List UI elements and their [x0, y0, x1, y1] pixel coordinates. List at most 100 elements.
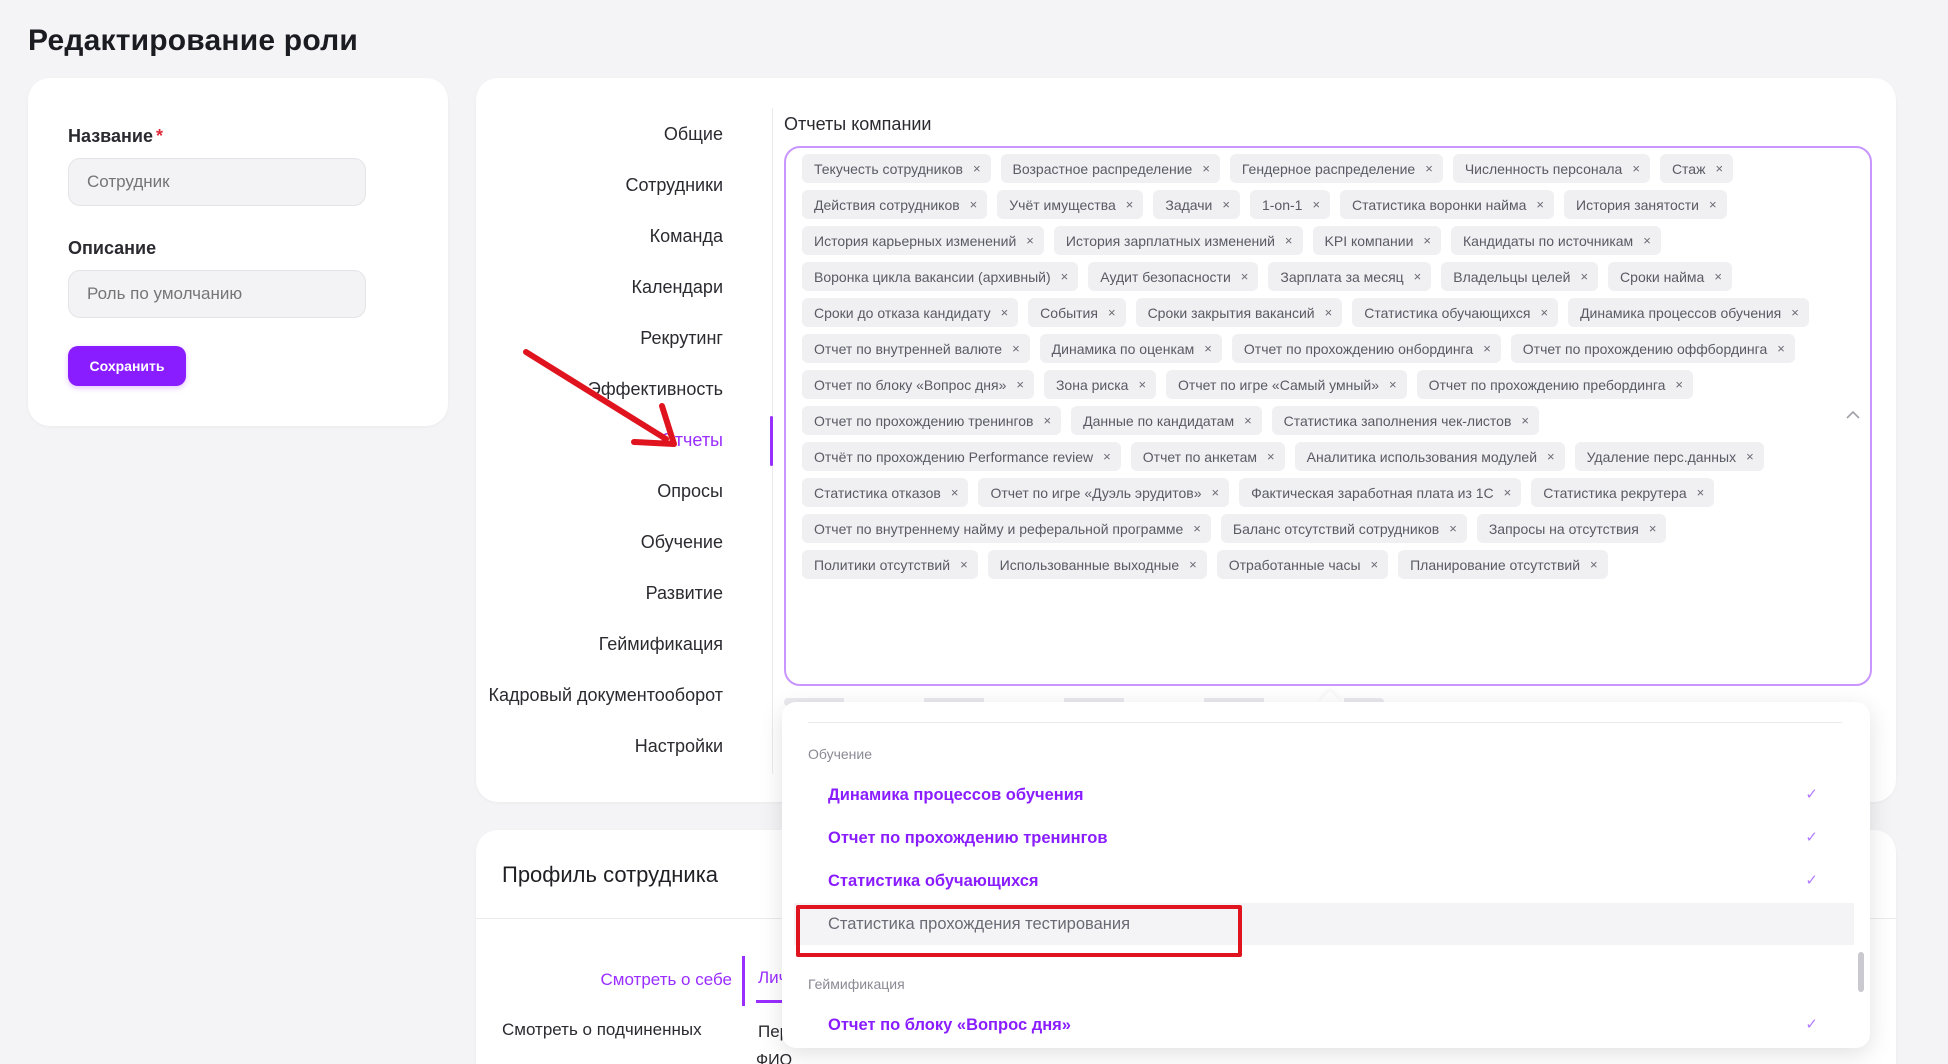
name-input[interactable]	[68, 158, 366, 206]
dropdown-option[interactable]: Статистика прохождения тестирования	[794, 903, 1854, 945]
remove-tag-icon[interactable]: ×	[1715, 161, 1723, 176]
remove-tag-icon[interactable]: ×	[1371, 557, 1379, 572]
remove-tag-icon[interactable]: ×	[1061, 269, 1069, 284]
remove-tag-icon[interactable]: ×	[1204, 341, 1212, 356]
dropdown-separator	[808, 722, 1842, 723]
remove-tag-icon[interactable]: ×	[1483, 341, 1491, 356]
remove-tag-icon[interactable]: ×	[1536, 197, 1544, 212]
report-tag: История карьерных изменений ×	[802, 226, 1044, 255]
nav-item-12[interactable]: Настройки	[635, 736, 723, 757]
remove-tag-icon[interactable]: ×	[1012, 341, 1020, 356]
name-label: Название *	[68, 126, 163, 147]
remove-tag-icon[interactable]: ×	[1103, 449, 1111, 464]
report-tag-label: Задачи	[1165, 196, 1213, 213]
sub-item-view-self[interactable]: Смотреть о себе	[601, 970, 732, 990]
dropdown-option[interactable]: Отчет по блоку «Вопрос дня» ✓	[794, 1004, 1854, 1046]
remove-tag-icon[interactable]: ×	[1449, 521, 1457, 536]
remove-tag-icon[interactable]: ×	[1212, 485, 1220, 500]
report-tag-label: KPI компании	[1324, 232, 1414, 249]
nav-item-5[interactable]: Эффективность	[588, 379, 723, 400]
remove-tag-icon[interactable]: ×	[1540, 305, 1548, 320]
remove-tag-icon[interactable]: ×	[1312, 197, 1320, 212]
remove-tag-icon[interactable]: ×	[1649, 521, 1657, 536]
remove-tag-icon[interactable]: ×	[1244, 413, 1252, 428]
remove-tag-icon[interactable]: ×	[1044, 413, 1052, 428]
remove-tag-icon[interactable]: ×	[1189, 557, 1197, 572]
report-tag-label: Фактическая заработная плата из 1С	[1251, 484, 1494, 501]
role-form-card: Название* Описание Сохранить	[28, 78, 448, 426]
remove-tag-icon[interactable]: ×	[1001, 305, 1009, 320]
remove-tag-icon[interactable]: ×	[1425, 161, 1433, 176]
remove-tag-icon[interactable]: ×	[1241, 269, 1249, 284]
report-tag: Отчет по блоку «Вопрос дня» ×	[802, 370, 1034, 399]
report-tag-label: Использованные выходные	[999, 556, 1180, 573]
remove-tag-icon[interactable]: ×	[1389, 377, 1397, 392]
save-button[interactable]: Сохранить	[68, 346, 186, 386]
nav-item-1[interactable]: Сотрудники	[626, 175, 724, 196]
remove-tag-icon[interactable]: ×	[1580, 269, 1588, 284]
check-icon: ✓	[1805, 872, 1818, 889]
remove-tag-icon[interactable]: ×	[960, 557, 968, 572]
dropdown-scrollbar[interactable]	[1858, 952, 1864, 992]
remove-tag-icon[interactable]: ×	[1423, 233, 1431, 248]
nav-item-11[interactable]: Кадровый документооборот	[488, 685, 723, 706]
report-tag: Данные по кандидатам ×	[1071, 406, 1262, 435]
remove-tag-icon[interactable]: ×	[973, 161, 981, 176]
remove-tag-icon[interactable]: ×	[1791, 305, 1799, 320]
remove-tag-icon[interactable]: ×	[951, 485, 959, 500]
remove-tag-icon[interactable]: ×	[1590, 557, 1598, 572]
remove-tag-icon[interactable]: ×	[1414, 269, 1422, 284]
remove-tag-icon[interactable]: ×	[1222, 197, 1230, 212]
report-tag-label: Аудит безопасности	[1100, 268, 1231, 285]
nav-item-10[interactable]: Геймификация	[599, 634, 723, 655]
remove-tag-icon[interactable]: ×	[970, 197, 978, 212]
nav-item-4[interactable]: Рекрутинг	[640, 328, 723, 349]
nav-item-3[interactable]: Календари	[631, 277, 723, 298]
nav-item-8[interactable]: Обучение	[641, 532, 723, 553]
nav-item-2[interactable]: Команда	[650, 226, 723, 247]
remove-tag-icon[interactable]: ×	[1325, 305, 1333, 320]
remove-tag-icon[interactable]: ×	[1193, 521, 1201, 536]
nav-item-9[interactable]: Развитие	[646, 583, 723, 604]
sub-item-view-subordinates[interactable]: Смотреть о подчиненных	[502, 1020, 702, 1040]
report-tag: Сроки закрытия вакансий ×	[1135, 298, 1343, 327]
remove-tag-icon[interactable]: ×	[1709, 197, 1717, 212]
remove-tag-icon[interactable]: ×	[1746, 449, 1754, 464]
remove-tag-icon[interactable]: ×	[1126, 197, 1134, 212]
remove-tag-icon[interactable]: ×	[1267, 449, 1275, 464]
remove-tag-icon[interactable]: ×	[1714, 269, 1722, 284]
remove-tag-icon[interactable]: ×	[1697, 485, 1705, 500]
nav-item-0[interactable]: Общие	[664, 124, 723, 145]
remove-tag-icon[interactable]: ×	[1675, 377, 1683, 392]
report-tag: История зарплатных изменений ×	[1053, 226, 1303, 255]
report-tag-label: Зона риска	[1055, 376, 1129, 393]
report-tag: Фактическая заработная плата из 1С ×	[1239, 478, 1522, 507]
remove-tag-icon[interactable]: ×	[1026, 233, 1034, 248]
description-input[interactable]	[68, 270, 366, 318]
remove-tag-icon[interactable]: ×	[1202, 161, 1210, 176]
report-tag: Отчет по прохождению оффбординга ×	[1510, 334, 1795, 363]
report-tag-label: Отчет по игре «Дуэль эрудитов»	[990, 484, 1202, 501]
remove-tag-icon[interactable]: ×	[1777, 341, 1785, 356]
remove-tag-icon[interactable]: ×	[1643, 233, 1651, 248]
dropdown-option[interactable]: Динамика процессов обучения ✓	[794, 774, 1854, 816]
dropdown-option[interactable]: Статистика обучающихся ✓	[794, 860, 1854, 902]
report-tag-label: Статистика заполнения чек-листов	[1283, 412, 1512, 429]
remove-tag-icon[interactable]: ×	[1108, 305, 1116, 320]
report-tag: Зарплата за месяц ×	[1268, 262, 1432, 291]
nav-item-7[interactable]: Опросы	[657, 481, 723, 502]
dropdown-option[interactable]: Отчет по прохождению тренингов ✓	[794, 817, 1854, 859]
required-mark: *	[155, 126, 163, 146]
remove-tag-icon[interactable]: ×	[1521, 413, 1529, 428]
remove-tag-icon[interactable]: ×	[1138, 377, 1146, 392]
remove-tag-icon[interactable]: ×	[1547, 449, 1555, 464]
report-tag-label: Стаж	[1671, 160, 1706, 177]
remove-tag-icon[interactable]: ×	[1504, 485, 1512, 500]
report-tag-label: Данные по кандидатам	[1083, 412, 1235, 429]
remove-tag-icon[interactable]: ×	[1632, 161, 1640, 176]
remove-tag-icon[interactable]: ×	[1016, 377, 1024, 392]
nav-item-6[interactable]: Отчеты	[661, 430, 723, 451]
reports-multiselect[interactable]: Текучесть сотрудников × Возрастное распред…	[784, 146, 1872, 686]
remove-tag-icon[interactable]: ×	[1285, 233, 1293, 248]
chevron-up-icon[interactable]	[1846, 406, 1860, 422]
